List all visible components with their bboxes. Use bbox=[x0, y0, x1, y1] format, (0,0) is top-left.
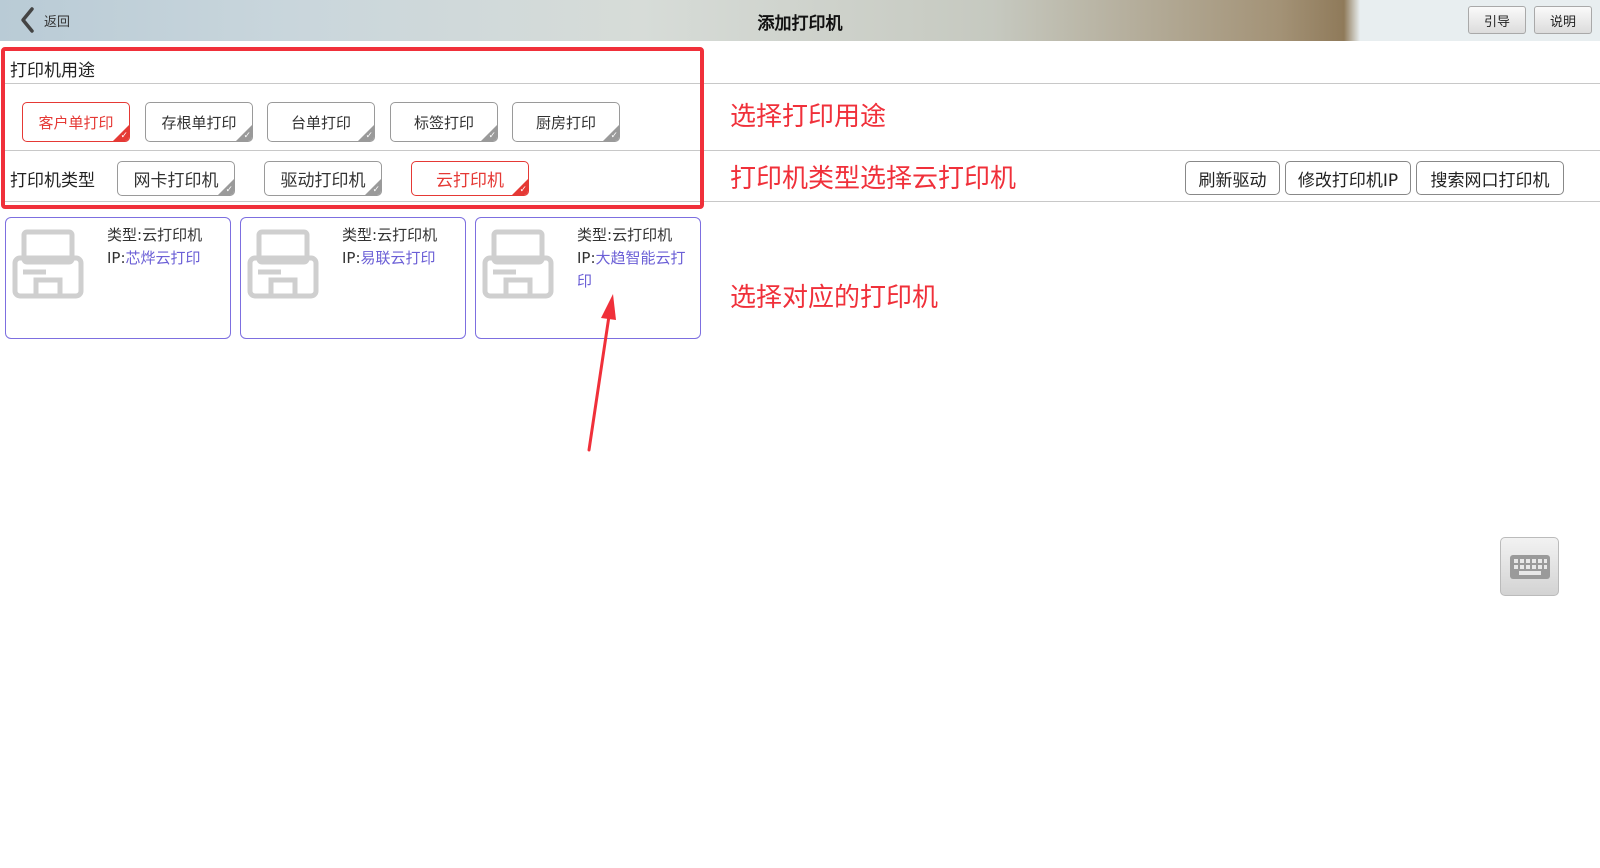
usage-option-customer[interactable]: 客户单打印 ✓ bbox=[22, 102, 130, 142]
check-icon: ✓ bbox=[519, 185, 527, 195]
divider bbox=[5, 150, 1600, 151]
option-label: 厨房打印 bbox=[535, 113, 596, 132]
refresh-driver-button[interactable]: 刷新驱动 bbox=[1185, 161, 1280, 195]
printer-info: 类型:云打印机 IP:大趋智能云打印 bbox=[577, 224, 695, 293]
printer-info: 类型:云打印机 IP:芯烨云打印 bbox=[107, 224, 225, 270]
usage-option-kitchen[interactable]: 厨房打印 ✓ bbox=[512, 102, 620, 142]
annotation-select-type: 打印机类型选择云打印机 bbox=[730, 164, 1017, 194]
check-icon: ✓ bbox=[225, 185, 233, 195]
check-icon: ✓ bbox=[372, 185, 380, 195]
option-label: 标签打印 bbox=[413, 113, 474, 132]
annotation-select-usage: 选择打印用途 bbox=[730, 102, 887, 132]
printer-info: 类型:云打印机 IP:易联云打印 bbox=[342, 224, 460, 270]
printer-card[interactable]: 类型:云打印机 IP:大趋智能云打印 bbox=[475, 217, 701, 339]
modify-ip-button[interactable]: 修改打印机IP bbox=[1285, 161, 1411, 195]
printer-type: 云打印机 bbox=[377, 226, 438, 244]
type-section-label: 打印机类型 bbox=[10, 171, 95, 191]
check-icon: ✓ bbox=[488, 131, 496, 141]
usage-option-label[interactable]: 标签打印 ✓ bbox=[390, 102, 498, 142]
printer-card[interactable]: 类型:云打印机 IP:易联云打印 bbox=[240, 217, 466, 339]
title-bar: 返回 添加打印机 引导 说明 bbox=[0, 0, 1600, 41]
option-label: 客户单打印 bbox=[38, 113, 114, 132]
option-label: 台单打印 bbox=[290, 113, 351, 132]
type-prefix: 类型: bbox=[107, 226, 143, 244]
printer-icon bbox=[12, 229, 84, 299]
back-chevron-icon bbox=[21, 7, 34, 33]
printer-ip: 芯烨云打印 bbox=[125, 249, 201, 267]
guide-button[interactable]: 引导 bbox=[1468, 6, 1526, 34]
usage-section-label: 打印机用途 bbox=[10, 61, 95, 81]
printer-card[interactable]: 类型:云打印机 IP:芯烨云打印 bbox=[5, 217, 231, 339]
type-prefix: 类型: bbox=[342, 226, 378, 244]
type-option-cloud[interactable]: 云打印机 ✓ bbox=[411, 161, 529, 196]
check-icon: ✓ bbox=[365, 131, 373, 141]
option-label: 存根单打印 bbox=[161, 113, 237, 132]
keyboard-icon bbox=[1509, 554, 1550, 579]
divider bbox=[5, 201, 1600, 202]
printer-icon bbox=[247, 229, 319, 299]
search-network-printer-button[interactable]: 搜索网口打印机 bbox=[1416, 161, 1564, 195]
ip-prefix: IP: bbox=[577, 249, 596, 267]
type-prefix: 类型: bbox=[577, 226, 613, 244]
option-label: 云打印机 bbox=[436, 171, 504, 191]
printer-type: 云打印机 bbox=[142, 226, 203, 244]
usage-option-table[interactable]: 台单打印 ✓ bbox=[267, 102, 375, 142]
check-icon: ✓ bbox=[243, 131, 251, 141]
back-button[interactable]: 返回 bbox=[18, 6, 70, 34]
keyboard-toggle-button[interactable] bbox=[1500, 537, 1559, 596]
option-label: 驱动打印机 bbox=[280, 171, 366, 191]
ip-prefix: IP: bbox=[342, 249, 361, 267]
page-title: 添加打印机 bbox=[757, 14, 843, 34]
type-option-driver[interactable]: 驱动打印机 ✓ bbox=[264, 161, 382, 196]
check-icon: ✓ bbox=[120, 131, 128, 141]
annotation-select-printer: 选择对应的打印机 bbox=[730, 283, 939, 313]
printer-type: 云打印机 bbox=[612, 226, 673, 244]
check-icon: ✓ bbox=[610, 131, 618, 141]
ip-prefix: IP: bbox=[107, 249, 126, 267]
printer-ip: 易联云打印 bbox=[360, 249, 436, 267]
help-button[interactable]: 说明 bbox=[1534, 6, 1592, 34]
back-label: 返回 bbox=[44, 14, 71, 30]
usage-option-stub[interactable]: 存根单打印 ✓ bbox=[145, 102, 253, 142]
type-option-network[interactable]: 网卡打印机 ✓ bbox=[117, 161, 235, 196]
option-label: 网卡打印机 bbox=[133, 171, 219, 191]
printer-icon bbox=[482, 229, 554, 299]
divider bbox=[5, 83, 1600, 84]
